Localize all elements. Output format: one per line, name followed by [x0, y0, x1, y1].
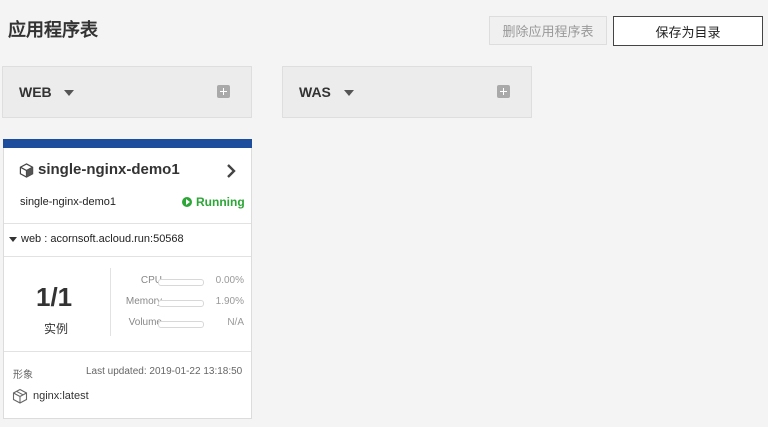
metric-value: 0.00% — [215, 275, 244, 286]
cube-icon — [19, 163, 34, 178]
metric-bar — [158, 279, 204, 286]
metric-cpu: CPU 0.00% — [112, 275, 252, 289]
metric-label: Volume — [128, 317, 162, 328]
image-heading: 形象 — [13, 370, 33, 381]
divider — [4, 256, 251, 257]
save-as-catalog-button[interactable]: 保存为目录 — [613, 16, 763, 46]
metric-volume: Volume N/A — [112, 317, 252, 331]
metric-memory: Memory 1.90% — [112, 296, 252, 310]
metric-value: N/A — [227, 317, 244, 328]
deployment-name: single-nginx-demo1 — [20, 196, 116, 208]
app-card: single-nginx-demo1 single-nginx-demo1 Ru… — [3, 139, 252, 419]
play-circle-icon — [182, 197, 192, 207]
plus-square-icon[interactable] — [217, 85, 230, 98]
group-name: WAS — [299, 84, 331, 100]
chevron-down-icon[interactable] — [64, 90, 74, 96]
group-was: WAS — [282, 66, 532, 118]
metric-bar — [158, 321, 204, 328]
metric-value: 1.90% — [215, 296, 244, 307]
caret-down-icon — [9, 236, 17, 242]
page-title: 应用程序表 — [8, 20, 98, 40]
metric-bar — [158, 300, 204, 307]
divider — [110, 268, 111, 336]
plus-square-icon[interactable] — [497, 85, 510, 98]
divider — [4, 351, 251, 352]
last-updated: Last updated: 2019-01-22 13:18:50 — [86, 366, 243, 377]
route-toggle[interactable]: web : acornsoft.acloud.run:50568 — [9, 233, 184, 245]
group-web: WEB — [2, 66, 252, 118]
package-icon — [12, 388, 28, 404]
status-badge: Running — [182, 195, 245, 209]
instance-label: 实例 — [44, 322, 69, 336]
route-text: web : acornsoft.acloud.run:50568 — [21, 233, 184, 245]
instance-count: 1/1 — [36, 282, 73, 312]
divider — [4, 223, 251, 224]
delete-app-button[interactable]: 删除应用程序表 — [489, 16, 607, 45]
chevron-right-icon[interactable] — [226, 164, 236, 178]
group-name: WEB — [19, 84, 52, 100]
card-accent-bar — [3, 139, 252, 148]
metric-label: Memory — [125, 296, 162, 307]
card-title[interactable]: single-nginx-demo1 — [38, 161, 180, 178]
status-text: Running — [196, 195, 245, 209]
chevron-down-icon[interactable] — [344, 90, 354, 96]
image-name: nginx:latest — [33, 390, 89, 402]
